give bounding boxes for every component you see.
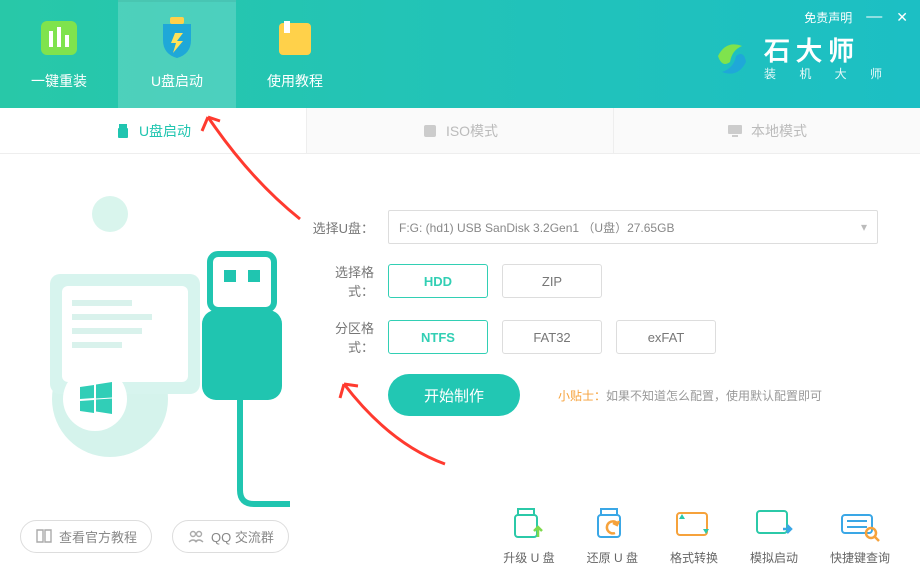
- app-header: 免责声明 — ✕ 一键重装 U盘启动 使用教程 石大: [0, 0, 920, 108]
- chevron-down-icon: ▾: [861, 220, 867, 234]
- book-open-icon: [35, 527, 53, 545]
- usb-illustration: [10, 184, 290, 514]
- start-button[interactable]: 开始制作: [388, 374, 520, 416]
- brand: 石大师 装 机 大 师: [712, 36, 892, 82]
- tip-key: 小贴士：: [558, 389, 606, 403]
- format-label: 选择格式：: [310, 262, 374, 300]
- iso-icon: [422, 123, 438, 139]
- qq-group-link[interactable]: QQ 交流群: [172, 520, 289, 553]
- logo-icon: [712, 38, 754, 80]
- option-fat32[interactable]: FAT32: [502, 320, 602, 354]
- option-zip[interactable]: ZIP: [502, 264, 602, 298]
- footer: 查看官方教程 QQ 交流群 升级 U 盘 还原 U 盘 格式转换 模拟启动 快捷…: [0, 492, 920, 580]
- convert-icon: [673, 507, 715, 543]
- tab-usb-boot[interactable]: U盘启动: [0, 108, 307, 153]
- top-nav: 一键重装 U盘启动 使用教程: [0, 0, 354, 108]
- usb-value: F:G: (hd1) USB SanDisk 3.2Gen1 （U盘）27.65…: [399, 219, 674, 236]
- tip-text: 小贴士：如果不知道怎么配置，使用默认配置即可: [558, 387, 822, 404]
- usb-up-icon: [508, 507, 550, 543]
- tab-label: ISO模式: [446, 121, 498, 141]
- window-controls: 免责声明 — ✕: [804, 8, 908, 26]
- nav-label: U盘启动: [151, 71, 203, 91]
- action-upgrade-usb[interactable]: 升级 U 盘: [503, 507, 554, 566]
- nav-tutorial[interactable]: 使用教程: [236, 0, 354, 108]
- bars-icon: [35, 17, 83, 61]
- tutorial-link[interactable]: 查看官方教程: [20, 520, 152, 553]
- brand-title: 石大师: [764, 36, 892, 67]
- usb-label: 选择U盘：: [310, 218, 374, 237]
- option-hdd[interactable]: HDD: [388, 264, 488, 298]
- usb-icon: [115, 123, 131, 139]
- nav-label: 一键重装: [31, 71, 87, 91]
- action-hotkey-lookup[interactable]: 快捷键查询: [830, 507, 890, 566]
- mode-tabs: U盘启动 ISO模式 本地模式: [0, 108, 920, 154]
- nav-label: 使用教程: [267, 71, 323, 91]
- config-form: 选择U盘： F:G: (hd1) USB SanDisk 3.2Gen1 （U盘…: [310, 210, 896, 434]
- minimize-icon[interactable]: —: [866, 8, 882, 26]
- brand-subtitle: 装 机 大 师: [764, 67, 892, 81]
- tab-local[interactable]: 本地模式: [614, 108, 920, 153]
- nav-reinstall[interactable]: 一键重装: [0, 0, 118, 108]
- main-panel: 选择U盘： F:G: (hd1) USB SanDisk 3.2Gen1 （U盘…: [0, 154, 920, 526]
- option-exfat[interactable]: exFAT: [616, 320, 716, 354]
- option-ntfs[interactable]: NTFS: [388, 320, 488, 354]
- people-icon: [187, 527, 205, 545]
- monitor-icon: [727, 123, 743, 139]
- footer-left: 查看官方教程 QQ 交流群: [0, 520, 289, 553]
- nav-usb-boot[interactable]: U盘启动: [118, 0, 236, 108]
- tab-label: U盘启动: [139, 121, 191, 141]
- usb-shield-icon: [153, 17, 201, 61]
- close-icon[interactable]: ✕: [896, 9, 908, 26]
- usb-select[interactable]: F:G: (hd1) USB SanDisk 3.2Gen1 （U盘）27.65…: [388, 210, 878, 244]
- tab-label: 本地模式: [751, 121, 807, 141]
- simulate-icon: [753, 507, 795, 543]
- action-restore-usb[interactable]: 还原 U 盘: [587, 507, 638, 566]
- keyboard-search-icon: [839, 507, 881, 543]
- book-icon: [271, 17, 319, 61]
- action-format-convert[interactable]: 格式转换: [670, 507, 718, 566]
- disclaimer-link[interactable]: 免责声明: [804, 9, 852, 26]
- footer-actions: 升级 U 盘 还原 U 盘 格式转换 模拟启动 快捷键查询: [503, 507, 920, 566]
- partition-label: 分区格式：: [310, 318, 374, 356]
- usb-refresh-icon: [591, 507, 633, 543]
- action-simulate-boot[interactable]: 模拟启动: [750, 507, 798, 566]
- tab-iso[interactable]: ISO模式: [307, 108, 614, 153]
